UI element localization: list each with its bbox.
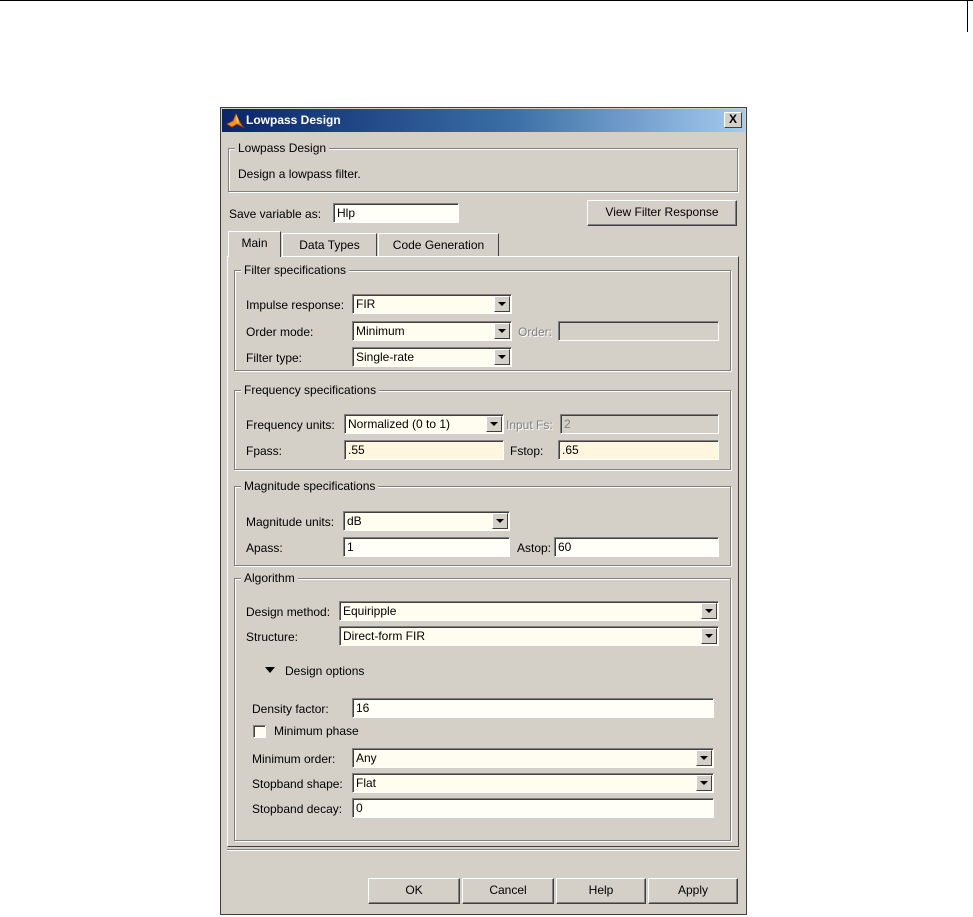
tab-main[interactable]: Main [228, 231, 281, 257]
view-filter-response-button[interactable]: View Filter Response [587, 200, 737, 226]
lowpass-design-dialog: Lowpass Design X Lowpass Design Design a… [220, 107, 747, 915]
page-corner-tick [967, 0, 968, 32]
magnitude-units-value: dB [347, 514, 362, 528]
apply-button[interactable]: Apply [648, 878, 738, 904]
structure-label: Structure: [246, 630, 299, 644]
fstop-input[interactable]: .65 [558, 440, 719, 460]
astop-label: Astop: [517, 541, 552, 555]
density-factor-label: Density factor: [252, 702, 329, 716]
stopband-shape-select[interactable]: Flat [352, 773, 714, 793]
chevron-down-icon[interactable] [696, 775, 712, 791]
fpass-input[interactable]: .55 [344, 440, 504, 460]
density-factor-input[interactable]: 16 [352, 698, 714, 718]
impulse-response-label: Impulse response: [246, 298, 345, 312]
stopband-shape-value: Flat [356, 776, 377, 790]
structure-value: Direct-form FIR [343, 629, 425, 643]
fpass-label: Fpass: [246, 444, 283, 458]
cancel-button[interactable]: Cancel [462, 878, 554, 904]
frequency-specifications-title: Frequency specifications [241, 383, 380, 397]
structure-select[interactable]: Direct-form FIR [339, 626, 719, 646]
frequency-specifications-group: Frequency specifications Frequency units… [234, 383, 731, 470]
design-method-value: Equiripple [343, 604, 397, 618]
filter-specifications-title: Filter specifications [241, 263, 350, 277]
header-description: Design a lowpass filter. [238, 167, 361, 181]
order-input[interactable] [558, 321, 719, 341]
frequency-units-label: Frequency units: [246, 418, 335, 432]
magnitude-units-label: Magnitude units: [246, 515, 335, 529]
filter-type-label: Filter type: [246, 351, 303, 365]
header-group-title: Lowpass Design [235, 141, 330, 155]
order-mode-label: Order mode: [246, 325, 314, 339]
title-bar[interactable]: Lowpass Design X [222, 109, 745, 132]
filter-type-select[interactable]: Single-rate [352, 347, 512, 367]
chevron-down-icon[interactable] [701, 628, 717, 644]
minimum-phase-label: Minimum phase [274, 724, 359, 738]
stopband-decay-input[interactable]: 0 [352, 798, 714, 818]
design-options-label[interactable]: Design options [285, 664, 364, 678]
page-top-rule [0, 0, 973, 1]
fstop-label: Fstop: [510, 444, 544, 458]
chevron-down-icon[interactable] [486, 416, 502, 432]
matlab-logo-icon [226, 112, 244, 128]
ok-button[interactable]: OK [368, 878, 460, 904]
save-variable-input[interactable]: Hlp [333, 203, 459, 223]
minimum-order-label: Minimum order: [252, 752, 336, 766]
impulse-response-select[interactable]: FIR [352, 294, 512, 314]
design-method-label: Design method: [246, 605, 331, 619]
algorithm-group: Algorithm Design method: Equiripple Stru… [234, 571, 731, 841]
help-button[interactable]: Help [556, 878, 646, 904]
chevron-down-icon[interactable] [701, 603, 717, 619]
stopband-decay-label: Stopband decay: [252, 802, 343, 816]
magnitude-units-select[interactable]: dB [343, 511, 510, 531]
frequency-units-select[interactable]: Normalized (0 to 1) [344, 414, 504, 434]
filter-specifications-group: Filter specifications Impulse response: … [234, 263, 731, 371]
close-icon: X [728, 112, 737, 126]
chevron-down-icon[interactable] [696, 750, 712, 766]
filter-type-value: Single-rate [356, 350, 415, 364]
apass-input[interactable]: 1 [343, 537, 510, 557]
tab-code-generation[interactable]: Code Generation [378, 233, 499, 257]
astop-input[interactable]: 60 [554, 537, 719, 557]
chevron-down-icon[interactable] [494, 296, 510, 312]
minimum-order-value: Any [356, 751, 377, 765]
minimum-phase-checkbox[interactable] [253, 725, 266, 738]
chevron-down-icon[interactable] [494, 323, 510, 339]
impulse-response-value: FIR [356, 297, 376, 311]
chevron-down-icon[interactable] [494, 349, 510, 365]
design-method-select[interactable]: Equiripple [339, 601, 719, 621]
header-group: Lowpass Design Design a lowpass filter. [228, 141, 738, 192]
chevron-down-icon[interactable] [492, 513, 508, 529]
frequency-units-value: Normalized (0 to 1) [348, 417, 451, 431]
input-fs-input[interactable]: 2 [560, 414, 719, 434]
disclosure-triangle-icon[interactable] [265, 667, 275, 673]
close-button[interactable]: X [724, 112, 742, 128]
algorithm-title: Algorithm [241, 571, 298, 585]
magnitude-specifications-group: Magnitude specifications Magnitude units… [234, 479, 731, 566]
save-variable-label: Save variable as: [229, 207, 322, 221]
stopband-shape-label: Stopband shape: [252, 777, 343, 791]
order-mode-select[interactable]: Minimum [352, 321, 512, 341]
magnitude-specifications-title: Magnitude specifications [241, 479, 379, 493]
footer-separator [227, 849, 740, 851]
apass-label: Apass: [246, 541, 283, 555]
input-fs-label: Input Fs: [506, 418, 553, 432]
order-label: Order: [518, 325, 553, 339]
order-mode-value: Minimum [356, 324, 405, 338]
window-title: Lowpass Design [246, 113, 341, 127]
tab-data-types[interactable]: Data Types [282, 233, 377, 257]
minimum-order-select[interactable]: Any [352, 748, 714, 768]
